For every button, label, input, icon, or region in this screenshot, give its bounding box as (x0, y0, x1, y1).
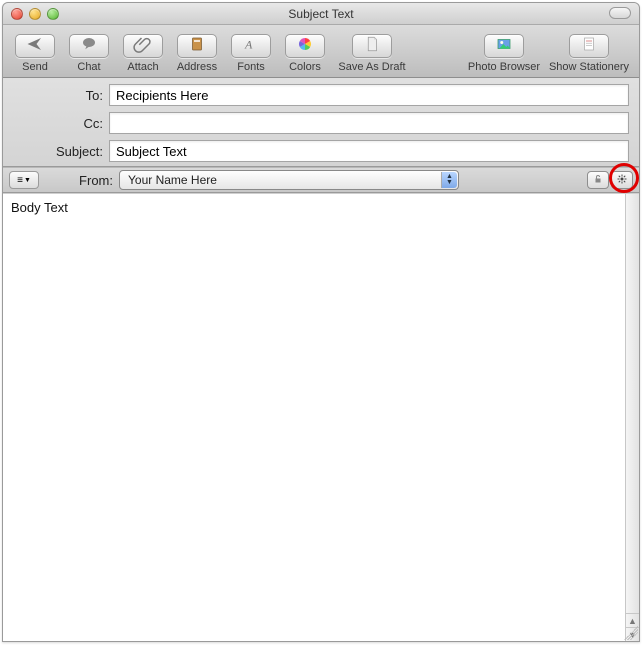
chat-bubble-icon (79, 35, 99, 56)
from-label: From: (73, 173, 113, 188)
select-arrows-icon: ▲▼ (441, 172, 457, 188)
chat-label: Chat (77, 61, 100, 73)
close-button[interactable] (11, 8, 23, 20)
fonts-item[interactable]: A Fonts (225, 30, 277, 73)
header-fields-menu-button[interactable]: ≡▼ (9, 171, 39, 189)
address-book-icon (187, 35, 207, 56)
subject-row: Subject: (13, 140, 629, 162)
chat-button[interactable] (69, 34, 109, 58)
attach-item[interactable]: Attach (117, 30, 169, 73)
svg-text:A: A (244, 38, 253, 52)
settings-gear-button[interactable] (611, 171, 633, 189)
headers-area: To: Cc: Subject: (3, 78, 639, 167)
vertical-scrollbar[interactable]: ▲ ▼ (625, 194, 639, 641)
gear-icon (616, 173, 628, 188)
fonts-label: Fonts (237, 61, 265, 73)
from-selected-value: Your Name Here (128, 173, 217, 187)
colors-button[interactable] (285, 34, 325, 58)
to-input[interactable] (109, 84, 629, 106)
send-button[interactable] (15, 34, 55, 58)
cc-label: Cc: (13, 116, 103, 131)
chat-item[interactable]: Chat (63, 30, 115, 73)
cc-input[interactable] (109, 112, 629, 134)
address-item[interactable]: Address (171, 30, 223, 73)
paperclip-icon (133, 35, 153, 56)
compose-window: Subject Text Send Chat (2, 2, 640, 642)
to-row: To: (13, 84, 629, 106)
titlebar: Subject Text (3, 3, 639, 25)
signature-button[interactable] (587, 171, 609, 189)
colors-label: Colors (289, 61, 321, 73)
fonts-icon: A (241, 35, 261, 56)
save-draft-label: Save As Draft (338, 61, 405, 73)
to-label: To: (13, 88, 103, 103)
lock-open-icon (592, 173, 604, 188)
show-stationery-label: Show Stationery (549, 61, 629, 73)
subject-input[interactable] (109, 140, 629, 162)
zoom-button[interactable] (47, 8, 59, 20)
toolbar-toggle-pill[interactable] (609, 7, 631, 19)
traffic-lights (3, 8, 59, 20)
from-select[interactable]: Your Name Here ▲▼ (119, 170, 459, 190)
address-button[interactable] (177, 34, 217, 58)
list-icon: ≡ (17, 175, 23, 186)
send-label: Send (22, 61, 48, 73)
show-stationery-item[interactable]: Show Stationery (545, 30, 633, 73)
send-item[interactable]: Send (9, 30, 61, 73)
draft-page-icon (362, 35, 382, 56)
body-area: Body Text ▲ ▼ (3, 193, 639, 641)
cc-row: Cc: (13, 112, 629, 134)
colors-item[interactable]: Colors (279, 30, 331, 73)
chevron-down-icon: ▼ (24, 177, 31, 184)
fonts-button[interactable]: A (231, 34, 271, 58)
attach-label: Attach (127, 61, 158, 73)
minimize-button[interactable] (29, 8, 41, 20)
photo-browser-button[interactable] (484, 34, 524, 58)
window-title: Subject Text (3, 7, 639, 21)
save-draft-button[interactable] (352, 34, 392, 58)
color-wheel-icon (295, 35, 315, 56)
from-bar: ≡▼ From: Your Name Here ▲▼ (3, 167, 639, 193)
toolbar: Send Chat Attach (3, 25, 639, 78)
save-draft-item[interactable]: Save As Draft (333, 30, 411, 73)
subject-label: Subject: (13, 144, 103, 159)
attach-button[interactable] (123, 34, 163, 58)
paper-plane-icon (25, 35, 45, 56)
photo-icon (494, 35, 514, 56)
photo-browser-label: Photo Browser (468, 61, 540, 73)
photo-browser-item[interactable]: Photo Browser (465, 30, 543, 73)
scroll-up-arrow-icon[interactable]: ▲ (626, 613, 639, 627)
show-stationery-button[interactable] (569, 34, 609, 58)
address-label: Address (177, 61, 217, 73)
stationery-icon (579, 35, 599, 56)
body-textarea[interactable]: Body Text (3, 194, 625, 641)
resize-handle[interactable] (624, 626, 638, 640)
